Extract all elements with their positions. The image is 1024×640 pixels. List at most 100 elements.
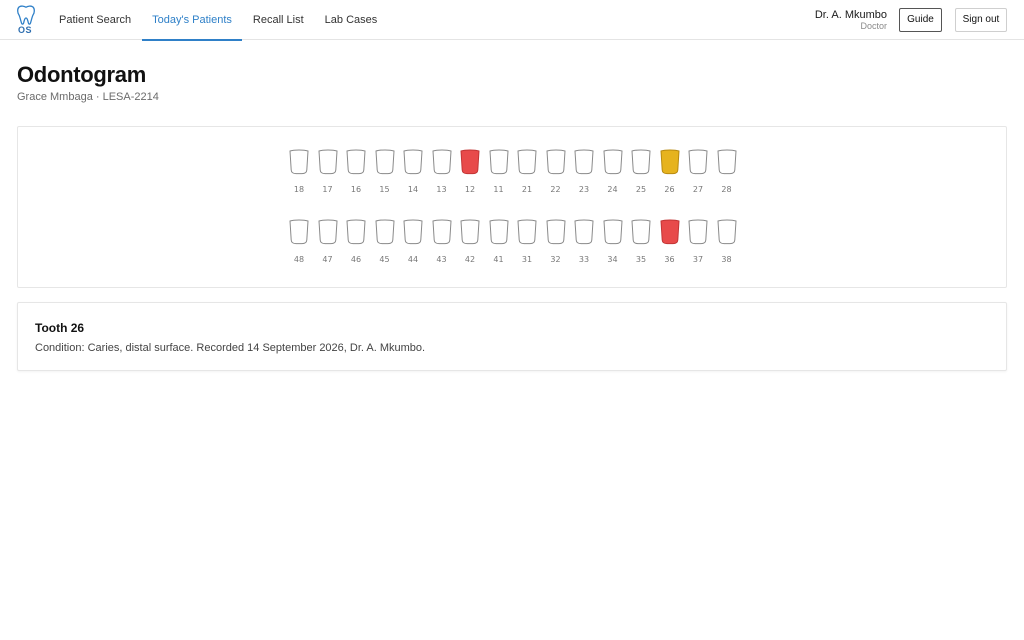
tooth-icon [631,149,651,175]
tooth-number-label: 24 [607,185,618,194]
tooth-25[interactable]: 25 [630,149,652,197]
tooth-icon [317,149,338,175]
tooth-number-label: 17 [322,185,333,194]
tooth-icon [574,219,594,245]
tooth-number-label: 45 [379,255,390,264]
tooth-logo-icon[interactable]: OS [14,4,38,36]
tooth-number-label: 13 [436,185,447,194]
tooth-number-label: 42 [464,255,476,264]
nav-item-recall-list[interactable]: Recall List [243,0,314,40]
tooth-number-label: 36 [664,255,675,264]
tooth-28[interactable]: 28 [716,149,738,197]
tooth-icon [574,149,594,175]
tooth-number-label: 34 [607,255,618,264]
tooth-icon [460,149,480,175]
top-navigation-bar: OS Patient Search Today's Patients Recal… [0,0,1024,41]
tooth-icon [517,219,537,245]
tooth-number-label: 26 [664,185,675,194]
tooth-number-label: 35 [635,255,647,264]
tooth-number-label: 47 [322,255,333,264]
tooth-number-label: 41 [493,255,504,264]
tooth-number-label: 15 [379,185,390,194]
tooth-icon [602,149,623,175]
tooth-34[interactable]: 34 [602,219,624,267]
tooth-icon [431,219,452,245]
page-title: Odontogram [17,62,146,87]
tooth-number-label: 12 [464,185,476,194]
tooth-33[interactable]: 33 [573,219,595,267]
tooth-detail-panel: Tooth 26 Condition: Caries, distal surfa… [17,302,1007,371]
tooth-17[interactable]: 17 [317,149,339,197]
tooth-number-label: 43 [436,255,447,264]
tooth-36[interactable]: 36 [659,219,681,267]
tooth-number-label: 25 [635,185,647,194]
tooth-number-label: 22 [550,185,561,194]
tooth-icon [659,219,680,245]
tooth-icon [602,219,623,245]
odontogram-panel: 18 17 16 15 14 13 12 11 21 22 23 24 25 26 27 28 48 47 46 4… [17,126,1007,288]
tooth-42[interactable]: 42 [459,219,481,267]
nav-item-todays-patients[interactable]: Today's Patients [142,0,242,41]
tooth-number-label: 46 [350,255,362,264]
tooth-icon [659,149,680,175]
user-info: Dr. A. Mkumbo Doctor [815,9,887,31]
tooth-icon [374,149,395,175]
tooth-47[interactable]: 47 [317,219,339,267]
tooth-icon [631,219,651,245]
guide-button[interactable]: Guide [899,8,942,32]
tooth-number-label: 16 [350,185,362,194]
tooth-icon [488,219,509,245]
tooth-12[interactable]: 12 [459,149,481,197]
tooth-15[interactable]: 15 [374,149,396,197]
tooth-number-label: 48 [293,255,305,264]
tooth-icon [460,219,480,245]
nav-item-lab-cases[interactable]: Lab Cases [315,0,388,40]
tooth-32[interactable]: 32 [545,219,567,267]
tooth-number-label: 31 [521,255,533,264]
main-nav: Patient Search Today's Patients Recall L… [49,0,388,41]
tooth-icon [716,219,737,245]
tooth-45[interactable]: 45 [374,219,396,267]
tooth-23[interactable]: 23 [573,149,595,197]
tooth-number-label: 38 [721,255,732,264]
tooth-icon [346,219,366,245]
tooth-icon [403,219,423,245]
tooth-number-label: 32 [550,255,561,264]
tooth-icon [289,149,309,175]
tooth-31[interactable]: 31 [516,219,538,267]
tooth-icon [346,149,366,175]
tooth-44[interactable]: 44 [402,219,424,267]
tooth-icon [431,149,452,175]
tooth-13[interactable]: 13 [431,149,453,197]
tooth-number-label: 27 [692,185,704,194]
tooth-11[interactable]: 11 [488,149,510,197]
tooth-16[interactable]: 16 [345,149,367,197]
tooth-24[interactable]: 24 [602,149,624,197]
tooth-icon [374,219,395,245]
tooth-icon [716,149,737,175]
tooth-21[interactable]: 21 [516,149,538,197]
tooth-detail-text: Condition: Caries, distal surface. Recor… [35,342,426,354]
tooth-number-label: 33 [578,255,590,264]
tooth-27[interactable]: 27 [687,149,709,197]
tooth-26[interactable]: 26 [659,149,681,197]
tooth-41[interactable]: 41 [488,219,510,267]
tooth-icon [488,149,509,175]
tooth-38[interactable]: 38 [716,219,738,267]
tooth-37[interactable]: 37 [687,219,709,267]
tooth-22[interactable]: 22 [545,149,567,197]
tooth-number-label: 23 [578,185,590,194]
patient-subtitle: Grace Mmbaga · LESA-2214 [17,91,159,103]
tooth-number-label: 37 [692,255,704,264]
tooth-46[interactable]: 46 [345,219,367,267]
tooth-18[interactable]: 18 [288,149,310,197]
logo-text: OS [18,25,33,35]
tooth-35[interactable]: 35 [630,219,652,267]
sign-out-button[interactable]: Sign out [955,8,1007,32]
tooth-number-label: 21 [521,185,533,194]
tooth-14[interactable]: 14 [402,149,424,197]
tooth-icon [317,219,338,245]
nav-item-patient-search[interactable]: Patient Search [49,0,141,40]
tooth-43[interactable]: 43 [431,219,453,267]
tooth-48[interactable]: 48 [288,219,310,267]
